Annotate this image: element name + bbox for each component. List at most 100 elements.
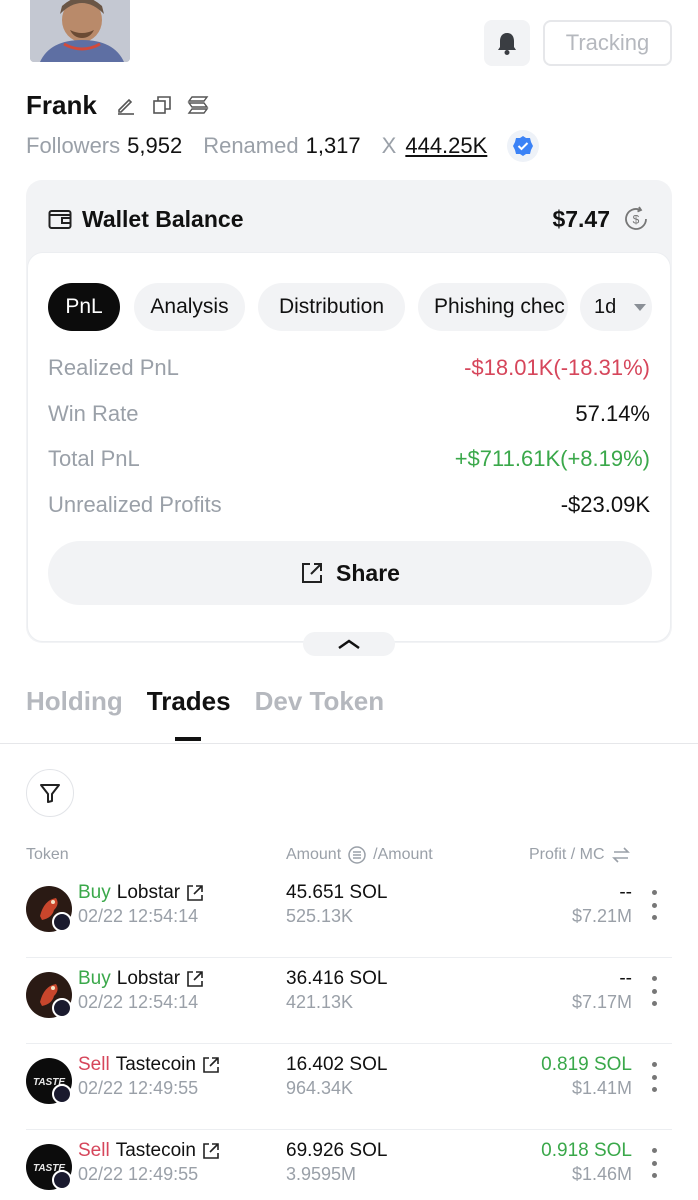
notification-button[interactable] xyxy=(484,20,530,66)
col-token-label: Token xyxy=(26,846,69,863)
metric-value: +$711.61K(+8.19%) xyxy=(454,446,650,471)
col-amount-header: Amount /Amount xyxy=(286,842,433,868)
chevron-down-icon xyxy=(634,303,647,311)
table-row[interactable]: Buy Lobstar 02/22 12:54:14 36.416 SOL 42… xyxy=(26,958,672,1044)
trade-profit: -- xyxy=(619,882,632,903)
trade-token-amount: 421.13K xyxy=(286,992,354,1012)
content-tabs: Holding Trades Dev Token xyxy=(26,686,385,741)
solana-badge-icon xyxy=(52,912,72,932)
share-button[interactable]: Share xyxy=(48,541,652,605)
trade-mc: $1.46M xyxy=(571,1164,632,1184)
trade-amount: 16.402 SOL xyxy=(286,1054,388,1075)
trade-side: Sell xyxy=(78,1054,110,1075)
x-followers-link[interactable]: 444.25K xyxy=(405,133,487,159)
external-link-icon[interactable] xyxy=(202,1142,220,1160)
trade-profit: -- xyxy=(619,968,632,989)
metric-total-pnl: Total PnL +$711.61K(+8.19%) xyxy=(48,444,650,474)
tab-phishing-check[interactable]: Phishing chec xyxy=(418,283,568,331)
token-name[interactable]: Tastecoin xyxy=(116,1054,196,1076)
external-link-icon xyxy=(302,563,323,583)
metric-value: -$18.01K(-18.31%) xyxy=(464,355,650,380)
trade-side: Sell xyxy=(78,1140,110,1161)
tab-dev-token[interactable]: Dev Token xyxy=(255,686,385,726)
trade-token-amount: 964.34K xyxy=(286,1078,354,1098)
renamed-label: Renamed xyxy=(203,133,299,158)
table-row[interactable]: TASTE Sell Tastecoin 02/22 12:49:55 16.4… xyxy=(26,1044,672,1130)
swap-icon[interactable] xyxy=(611,846,631,864)
more-options-icon[interactable] xyxy=(650,1148,658,1178)
tab-pnl[interactable]: PnL xyxy=(48,283,120,331)
external-link-icon[interactable] xyxy=(186,970,204,988)
x-label: X xyxy=(381,133,397,158)
wallet-header: Wallet Balance $7.47 $ xyxy=(48,202,650,236)
table-row[interactable]: TASTE Sell Tastecoin 02/22 12:49:55 69.9… xyxy=(26,1130,672,1200)
tab-analysis[interactable]: Analysis xyxy=(134,283,245,331)
token-name[interactable]: Lobstar xyxy=(117,882,180,904)
tracking-button[interactable]: Tracking xyxy=(543,20,672,66)
verified-badge-icon xyxy=(507,130,540,162)
token-name[interactable]: Lobstar xyxy=(117,968,180,990)
tastecoin-token-icon: TASTE xyxy=(26,1058,72,1104)
wallet-balance: $7.47 xyxy=(552,205,610,232)
lobstar-token-icon xyxy=(26,972,72,1018)
col-amount-label: Amount xyxy=(286,846,342,863)
tab-distribution[interactable]: Distribution xyxy=(258,283,405,331)
profile-stats: Followers 5,952 Renamed 1,317 X 444.25K xyxy=(26,130,540,162)
wallet-card: Wallet Balance $7.47 $ PnL Analysis Dist… xyxy=(26,180,672,643)
edit-icon[interactable] xyxy=(115,94,137,116)
col-amount2-label: /Amount xyxy=(373,846,433,863)
more-options-icon[interactable] xyxy=(650,976,658,1006)
solana-badge-icon xyxy=(52,998,72,1018)
avatar[interactable] xyxy=(30,0,130,62)
trade-title: Buy Lobstar xyxy=(78,882,204,904)
metric-label: Unrealized Profits xyxy=(48,492,222,517)
external-link-icon[interactable] xyxy=(186,884,204,902)
trade-title: Sell Tastecoin xyxy=(78,1140,220,1162)
trade-title: Buy Lobstar xyxy=(78,968,204,990)
filter-icon xyxy=(40,784,60,803)
trade-profit: 0.918 SOL xyxy=(541,1140,632,1161)
tastecoin-token-icon: TASTE xyxy=(26,1144,72,1190)
trade-side: Buy xyxy=(78,882,111,903)
copy-icon[interactable] xyxy=(151,94,173,116)
solana-badge-icon xyxy=(52,1170,72,1190)
trade-amount: 45.651 SOL xyxy=(286,882,388,903)
period-value: 1d xyxy=(594,295,617,318)
col-profit-label: Profit / MC xyxy=(529,846,605,863)
trade-amount: 36.416 SOL xyxy=(286,968,388,989)
collapse-button[interactable] xyxy=(303,632,395,656)
filter-button[interactable] xyxy=(26,769,74,817)
followers-label: Followers xyxy=(26,133,121,158)
tab-holding[interactable]: Holding xyxy=(26,686,123,726)
token-name[interactable]: Tastecoin xyxy=(116,1140,196,1162)
solana-badge-icon xyxy=(52,1084,72,1104)
period-select[interactable]: 1d xyxy=(580,283,652,331)
metric-win-rate: Win Rate 57.14% xyxy=(48,399,650,429)
table-row[interactable]: Buy Lobstar 02/22 12:54:14 45.651 SOL 52… xyxy=(26,872,672,958)
metric-value: 57.14% xyxy=(575,401,650,426)
profile-name: Frank xyxy=(26,89,97,120)
profile-name-row: Frank xyxy=(26,88,209,122)
metric-value: -$23.09K xyxy=(560,492,650,517)
trade-side: Buy xyxy=(78,968,111,989)
external-link-icon[interactable] xyxy=(202,1056,220,1074)
more-options-icon[interactable] xyxy=(650,1062,658,1092)
trade-title: Sell Tastecoin xyxy=(78,1054,220,1076)
currency-toggle-icon[interactable] xyxy=(347,845,367,865)
renamed-value: 1,317 xyxy=(305,133,361,158)
chevron-up-icon xyxy=(338,639,360,650)
metric-unrealized-profits: Unrealized Profits -$23.09K xyxy=(48,490,650,520)
trade-time: 02/22 12:54:14 xyxy=(78,992,199,1012)
more-options-icon[interactable] xyxy=(650,890,658,920)
svg-text:$: $ xyxy=(633,213,640,227)
metric-label: Realized PnL xyxy=(48,355,179,380)
divider xyxy=(0,743,698,744)
tab-trades[interactable]: Trades xyxy=(147,686,231,741)
trade-mc: $7.21M xyxy=(571,906,632,926)
metric-label: Total PnL xyxy=(48,446,140,471)
trade-time: 02/22 12:54:14 xyxy=(78,906,199,926)
refresh-balance-icon[interactable]: $ xyxy=(622,205,650,233)
solana-icon[interactable] xyxy=(187,94,209,116)
share-label: Share xyxy=(336,559,400,586)
metric-realized-pnl: Realized PnL -$18.01K(-18.31%) xyxy=(48,353,650,383)
